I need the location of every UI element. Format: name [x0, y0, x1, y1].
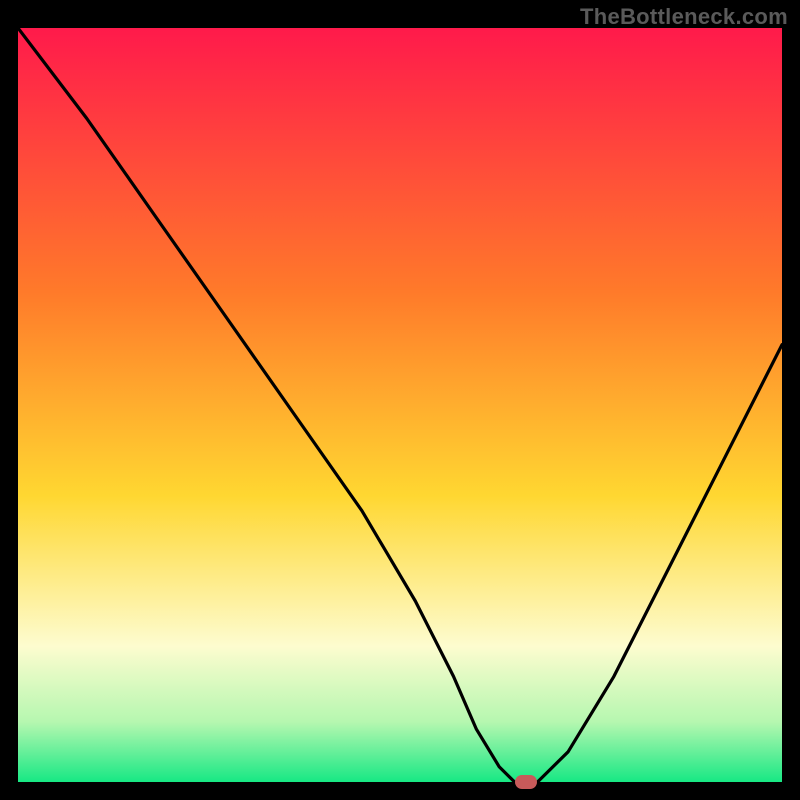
- plot-area: [18, 28, 782, 782]
- watermark-text: TheBottleneck.com: [580, 4, 788, 30]
- optimum-marker: [515, 775, 537, 789]
- chart-svg: [18, 28, 782, 782]
- chart-frame: TheBottleneck.com: [0, 0, 800, 800]
- gradient-background: [18, 28, 782, 782]
